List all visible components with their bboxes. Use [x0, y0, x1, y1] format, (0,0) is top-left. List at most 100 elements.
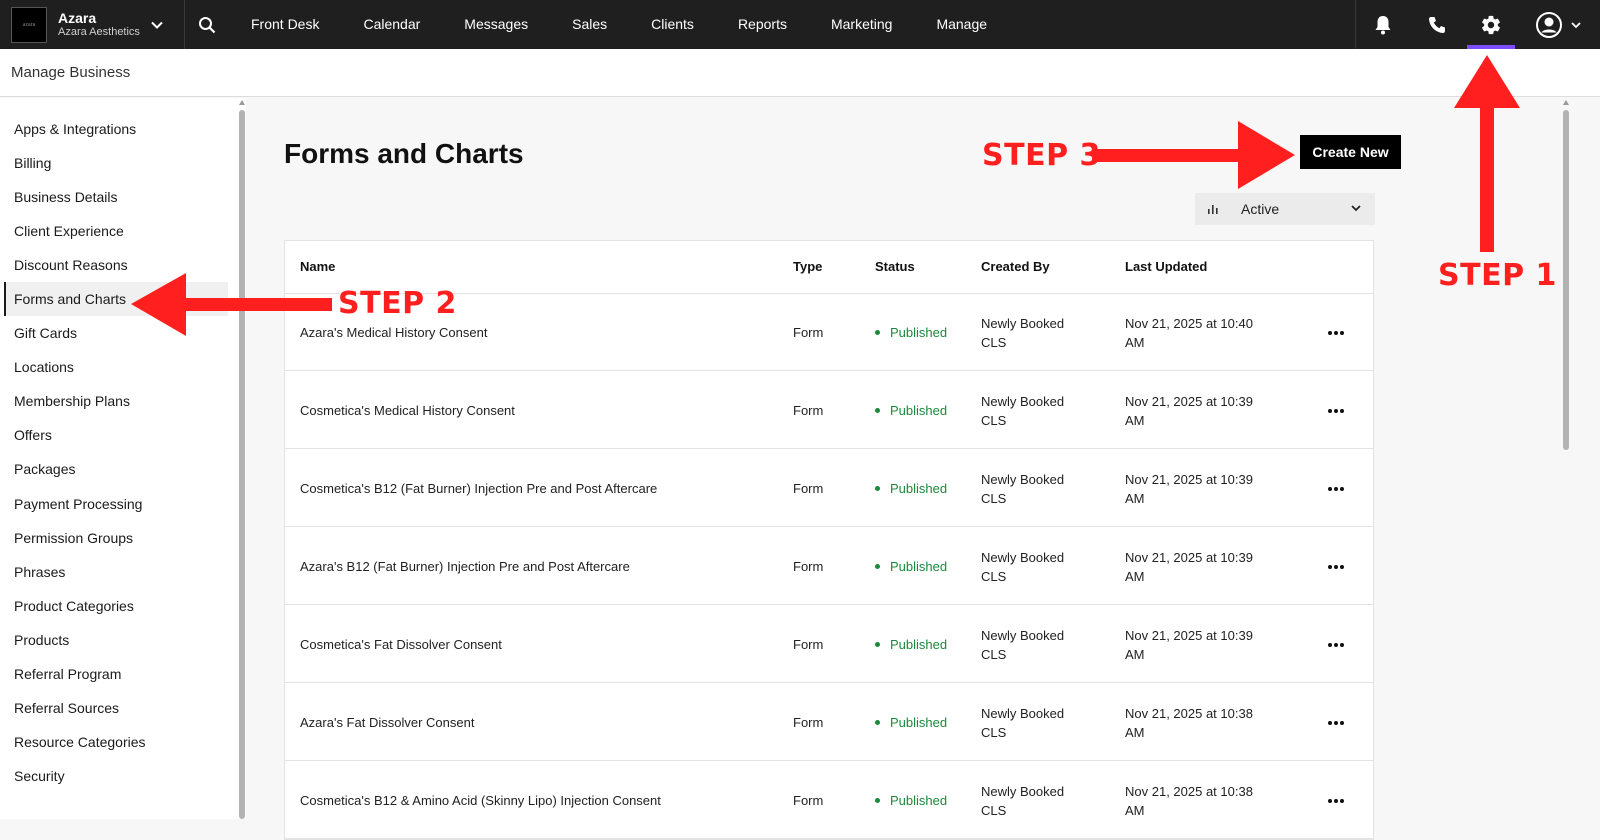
row-last-updated: Nov 21, 2025 at 10:39 AM	[1125, 450, 1253, 527]
status-dot-icon	[875, 408, 880, 413]
nav-messages[interactable]: Messages	[442, 0, 550, 49]
scroll-up-arrow[interactable]	[1563, 100, 1569, 105]
sidebar-item-locations[interactable]: Locations	[4, 350, 228, 384]
sidebar-item-referral-program[interactable]: Referral Program	[4, 657, 228, 691]
row-name[interactable]: Azara's Fat Dissolver Consent	[300, 684, 474, 761]
more-horizontal-icon	[1328, 720, 1344, 725]
sidebar-item-product-categories[interactable]: Product Categories	[4, 589, 228, 623]
page-title: Forms and Charts	[284, 138, 524, 169]
sidebar-item-offers[interactable]: Offers	[4, 418, 228, 452]
row-created-by: Newly Booked CLS	[981, 684, 1064, 761]
table-row[interactable]: Azara's B12 (Fat Burner) Injection Pre a…	[285, 528, 1373, 605]
status-badge: Published	[875, 606, 947, 683]
row-type: Form	[793, 559, 824, 574]
sidebar-item-gift-cards[interactable]: Gift Cards	[4, 316, 228, 350]
row-name[interactable]: Cosmetica's B12 & Amino Acid (Skinny Lip…	[300, 762, 661, 839]
row-name[interactable]: Cosmetica's Medical History Consent	[300, 372, 515, 449]
sidebar-item-apps-integrations[interactable]: Apps & Integrations	[4, 112, 228, 146]
table-row[interactable]: Cosmetica's B12 (Fat Burner) Injection P…	[285, 450, 1373, 527]
scroll-up-arrow[interactable]	[239, 100, 245, 105]
sidebar-item-products[interactable]: Products	[4, 623, 228, 657]
nav-reports[interactable]: Reports	[716, 0, 809, 49]
table-row[interactable]: Cosmetica's Fat Dissolver Consent Form P…	[285, 606, 1373, 683]
sidebar-item-membership-plans[interactable]: Membership Plans	[4, 384, 228, 418]
updated-line-1: Nov 21, 2025 at 10:39	[1125, 627, 1253, 643]
row-last-updated: Nov 21, 2025 at 10:38 AM	[1125, 762, 1253, 839]
nav-clients[interactable]: Clients	[629, 0, 716, 49]
updated-line-2: AM	[1125, 412, 1145, 428]
sidebar-item-permission-groups[interactable]: Permission Groups	[4, 521, 228, 555]
column-header-status[interactable]: Status	[875, 241, 915, 293]
row-name[interactable]: Cosmetica's B12 (Fat Burner) Injection P…	[300, 450, 657, 527]
row-more-actions-button[interactable]	[1327, 372, 1345, 449]
notifications-button[interactable]	[1356, 0, 1410, 49]
status-text: Published	[890, 325, 948, 340]
row-created-by: Newly Booked CLS	[981, 294, 1064, 371]
row-more-actions-button[interactable]	[1327, 684, 1345, 761]
created-by-line-2: CLS	[981, 646, 1007, 662]
updated-line-1: Nov 21, 2025 at 10:39	[1125, 471, 1253, 487]
created-by-line-1: Newly Booked	[981, 471, 1065, 487]
chevron-down-icon	[151, 21, 163, 29]
row-more-actions-button[interactable]	[1327, 450, 1345, 527]
row-more-actions-button[interactable]	[1327, 762, 1345, 839]
scrollbar-thumb[interactable]	[239, 110, 245, 819]
status-badge: Published	[875, 684, 947, 761]
content-scrollbar[interactable]	[1562, 98, 1570, 819]
sidebar-item-client-experience[interactable]: Client Experience	[4, 214, 228, 248]
status-badge: Published	[875, 372, 947, 449]
sidebar-item-billing[interactable]: Billing	[4, 146, 228, 180]
settings-button[interactable]	[1464, 0, 1518, 49]
row-name[interactable]: Azara's B12 (Fat Burner) Injection Pre a…	[300, 528, 630, 605]
row-more-actions-button[interactable]	[1327, 528, 1345, 605]
row-last-updated: Nov 21, 2025 at 10:39 AM	[1125, 606, 1253, 683]
row-last-updated: Nov 21, 2025 at 10:40 AM	[1125, 294, 1253, 371]
table-row[interactable]: Cosmetica's B12 & Amino Acid (Skinny Lip…	[285, 762, 1373, 839]
status-dot-icon	[875, 642, 880, 647]
nav-calendar[interactable]: Calendar	[341, 0, 442, 49]
sidebar-item-referral-sources[interactable]: Referral Sources	[4, 691, 228, 725]
chevron-down-icon	[1571, 21, 1581, 28]
row-more-actions-button[interactable]	[1327, 606, 1345, 683]
row-name[interactable]: Cosmetica's Fat Dissolver Consent	[300, 606, 502, 683]
column-header-name[interactable]: Name	[300, 241, 335, 293]
row-more-actions-button[interactable]	[1327, 294, 1345, 371]
sidebar-item-business-details[interactable]: Business Details	[4, 180, 228, 214]
column-header-type[interactable]: Type	[793, 241, 822, 293]
sidebar-item-forms-and-charts[interactable]: Forms and Charts	[4, 282, 228, 316]
status-filter-select[interactable]: Active	[1195, 193, 1375, 225]
phone-button[interactable]	[1410, 0, 1464, 49]
nav-sales[interactable]: Sales	[550, 0, 629, 49]
search-button[interactable]	[185, 0, 229, 49]
sidebar-item-discount-reasons[interactable]: Discount Reasons	[4, 248, 228, 282]
scrollbar-thumb[interactable]	[1563, 110, 1569, 450]
status-text: Published	[890, 793, 948, 808]
row-last-updated: Nov 21, 2025 at 10:39 AM	[1125, 372, 1253, 449]
more-horizontal-icon	[1328, 564, 1344, 569]
business-switcher[interactable]: azara Azara Azara Aesthetics	[0, 0, 185, 49]
nav-manage[interactable]: Manage	[914, 0, 1009, 49]
row-created-by: Newly Booked CLS	[981, 528, 1064, 605]
row-type: Form	[793, 793, 824, 808]
row-created-by: Newly Booked CLS	[981, 606, 1064, 683]
sidebar-item-resource-categories[interactable]: Resource Categories	[4, 725, 228, 759]
create-new-button[interactable]: Create New	[1300, 135, 1401, 169]
table-row[interactable]: Cosmetica's Medical History Consent Form…	[285, 372, 1373, 449]
phone-icon	[1429, 16, 1445, 33]
sidebar-item-packages[interactable]: Packages	[4, 452, 228, 486]
status-text: Published	[890, 637, 948, 652]
status-dot-icon	[875, 564, 880, 569]
sidebar-item-payment-processing[interactable]: Payment Processing	[4, 487, 228, 521]
column-header-created-by[interactable]: Created By	[981, 241, 1050, 293]
sidebar-scrollbar[interactable]	[238, 98, 246, 819]
nav-front-desk[interactable]: Front Desk	[229, 0, 341, 49]
search-icon	[199, 16, 216, 33]
bell-icon	[1375, 15, 1391, 34]
table-row[interactable]: Azara's Fat Dissolver Consent Form Publi…	[285, 684, 1373, 761]
user-menu[interactable]	[1518, 0, 1600, 49]
column-header-last-updated[interactable]: Last Updated	[1125, 241, 1207, 293]
sidebar-item-security[interactable]: Security	[4, 759, 228, 793]
more-horizontal-icon	[1328, 798, 1344, 803]
nav-marketing[interactable]: Marketing	[809, 0, 914, 49]
sidebar-item-phrases[interactable]: Phrases	[4, 555, 228, 589]
